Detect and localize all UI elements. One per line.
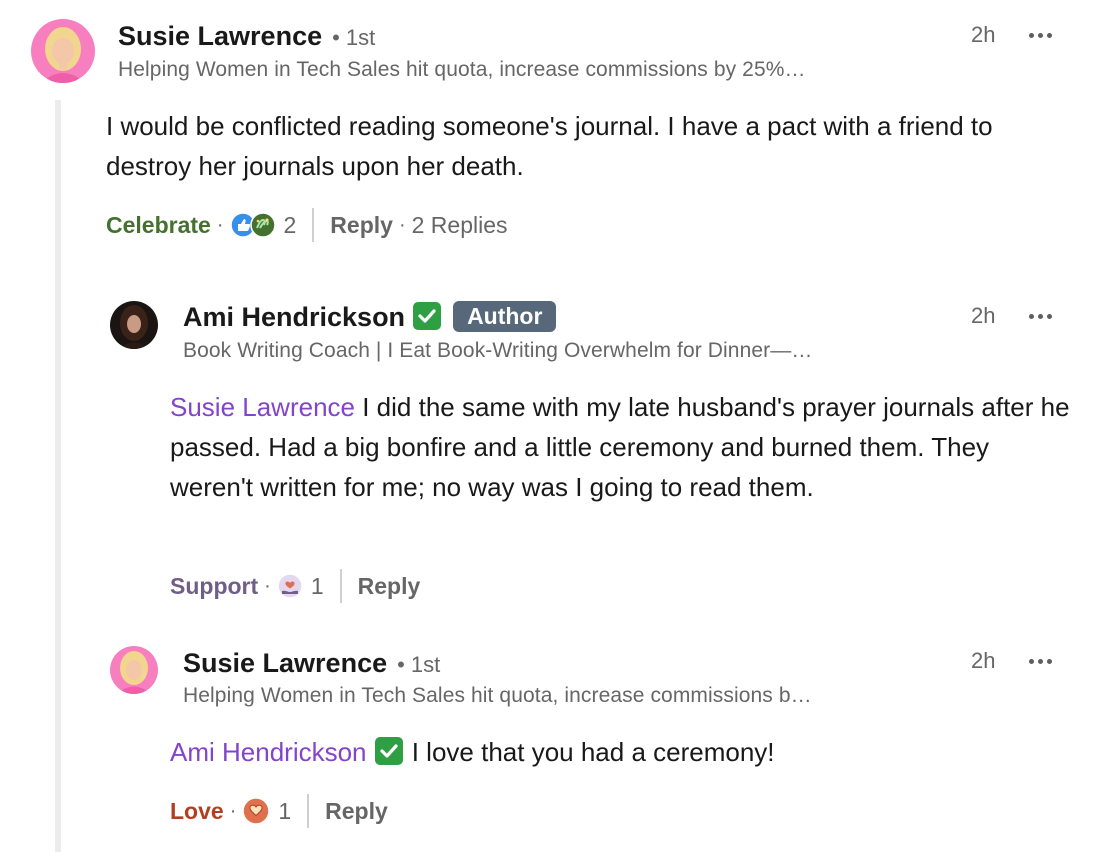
author-badge: Author [453, 301, 557, 332]
separator-dot: · [264, 574, 271, 597]
reaction-count[interactable]: 1 [311, 573, 324, 600]
reaction-support-button[interactable]: Support [170, 573, 258, 600]
avatar-ami[interactable] [110, 301, 158, 349]
reaction-love-button[interactable]: Love [170, 798, 224, 825]
support-reaction-icon[interactable] [277, 573, 303, 599]
celebrate-reaction-icon [249, 212, 276, 238]
reply1-text: Susie Lawrence I did the same with my la… [170, 392, 1070, 502]
reply2-author-name[interactable]: Susie Lawrence • 1st [183, 648, 440, 679]
separator-dot: · [216, 213, 224, 236]
reply2-text: Ami Hendrickson I love that you had a ce… [170, 737, 775, 767]
reply-button[interactable]: Reply [330, 212, 393, 239]
reply1-actions: Support · 1 Reply [170, 569, 420, 603]
reaction-icons[interactable] [229, 212, 276, 238]
reply1-author-name[interactable]: Ami Hendrickson Author [183, 301, 557, 334]
verified-check-icon [374, 737, 403, 766]
reply1-timestamp: 2h [971, 303, 996, 328]
comment-author-name[interactable]: Susie Lawrence • 1st [118, 21, 375, 52]
reply2-author-headline: Helping Women in Tech Sales hit quota, i… [183, 684, 812, 707]
avatar-susie[interactable] [110, 646, 158, 694]
more-options-icon[interactable] [1025, 25, 1055, 45]
more-options-icon[interactable] [1025, 306, 1055, 326]
actions-divider [307, 794, 310, 828]
reply-button[interactable]: Reply [358, 573, 421, 600]
separator-dot: · [398, 213, 406, 236]
connection-degree: • 1st [397, 652, 441, 677]
comment-timestamp: 2h [971, 22, 996, 47]
mention-link[interactable]: Susie Lawrence [170, 392, 355, 422]
thread-line [55, 100, 61, 852]
more-options-icon[interactable] [1025, 651, 1055, 671]
reply1-author-headline: Book Writing Coach | I Eat Book-Writing … [183, 339, 813, 362]
verified-check-icon [413, 301, 442, 330]
reaction-count[interactable]: 2 [284, 212, 297, 239]
reaction-celebrate-button[interactable]: Celebrate [106, 212, 211, 239]
replies-count-link[interactable]: 2 Replies [412, 212, 508, 239]
reaction-count[interactable]: 1 [278, 798, 291, 825]
actions-divider [339, 569, 342, 603]
separator-dot: · [229, 799, 237, 822]
love-reaction-icon[interactable] [242, 797, 271, 825]
reply-button[interactable]: Reply [325, 798, 388, 825]
comment-actions: Celebrate · 2 Reply · 2 Replies [106, 208, 508, 242]
comment-text: I would be conflicted reading someone's … [106, 111, 993, 181]
connection-degree: • 1st [332, 25, 376, 50]
actions-divider [312, 208, 315, 242]
reply2-timestamp: 2h [971, 648, 996, 673]
mention-link[interactable]: Ami Hendrickson [170, 737, 367, 767]
comment-author-headline: Helping Women in Tech Sales hit quota, i… [118, 58, 806, 81]
reply2-actions: Love · 1 Reply [170, 794, 388, 828]
avatar-susie[interactable] [31, 19, 95, 83]
